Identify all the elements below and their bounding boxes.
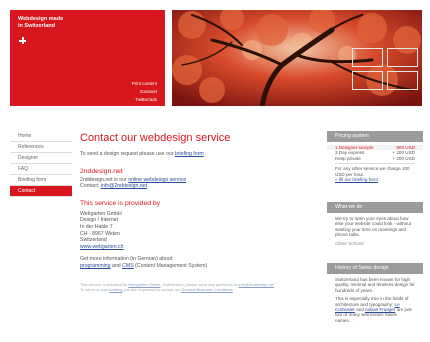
history-box-header: History of Swiss design (327, 263, 423, 274)
website-link[interactable]: www.webgarten.ch (80, 244, 124, 250)
history-box: Switzerland has been known for high qual… (327, 274, 423, 323)
adrian-frutiger-link[interactable]: Adrian Frutiger (365, 307, 395, 312)
footer-conditions-link[interactable]: General Business Conditions (181, 287, 233, 292)
header-brand-panel: Webdesign made in Switzerland Print cont… (10, 10, 165, 106)
programming-link[interactable]: programming (80, 263, 111, 269)
price-label: Keep private (335, 155, 361, 161)
header-link-extranet[interactable]: Extranet (132, 88, 157, 96)
thumbnail-frame[interactable] (352, 48, 383, 67)
footer-email-link[interactable]: info@2nddesign.net (239, 282, 275, 287)
nav-item-faq[interactable]: FAQ (10, 164, 72, 175)
briefing-form-link[interactable]: briefing form (175, 151, 204, 157)
request-paragraph: To send a design request please use our … (80, 151, 320, 158)
cms-suffix: (Content Management System) (135, 262, 208, 269)
section-title-provider: This service is provided by (80, 199, 161, 207)
online-text: 2nddesign.net is our (80, 176, 127, 183)
thumbnail-frame[interactable] (387, 48, 418, 67)
tagline: Webdesign made in Switzerland (18, 16, 98, 29)
photo-thumbnails (352, 48, 418, 92)
more-info-text: Get more information (in German) about (80, 256, 173, 263)
fill-briefing-link[interactable]: » fill our briefing form (335, 177, 378, 182)
history-paragraph-2: This is especially true in the fields of… (335, 296, 415, 323)
whatwedo-box-header: What we do (327, 202, 423, 213)
online-service-paragraph: 2nddesign.net is our online webdesign se… (80, 177, 320, 184)
contact-paragraph: Contact: info@2nddesign.net (80, 183, 320, 190)
address-block: Webgarten GmbH Design / Internet In der … (80, 211, 320, 251)
more-info-paragraph: Get more information (in German) about p… (80, 256, 320, 269)
nav-item-home[interactable]: Home (10, 131, 72, 142)
price-row: Keep private + 200 USD (335, 156, 415, 161)
divider (335, 163, 415, 165)
cms-link[interactable]: CMS (122, 263, 134, 269)
address-line: CH - 8967 Widen (80, 230, 120, 237)
footer-briefing-link[interactable]: briefing (109, 287, 122, 292)
footer-note: This service is provided by Webgarten Gm… (80, 282, 320, 292)
and-text: and (112, 262, 121, 269)
pricing-box: 1 Designer-sample 900 USD 3 Day express … (327, 142, 423, 182)
pricing-box-header: Pricing system (327, 131, 423, 142)
nav-item-designer[interactable]: Designer (10, 153, 72, 164)
contact-label: Contact: (80, 183, 100, 190)
nav-item-briefing-form[interactable]: Briefing form (10, 175, 72, 186)
online-service-link[interactable]: online webdesign service (128, 177, 186, 183)
signature: Oliver Schmid (335, 240, 364, 246)
main-navigation: Home References Designer FAQ Briefing fo… (10, 131, 72, 197)
footer-text: you are requested to accept our (123, 286, 181, 292)
thumbnail-frame[interactable] (352, 71, 383, 90)
request-text: To send a design request please use our (80, 151, 174, 157)
section-title-2nddesign: 2nddesign.net (80, 167, 123, 175)
contact-email-link[interactable]: info@2nddesign.net (101, 183, 147, 189)
nav-item-references[interactable]: References (10, 142, 72, 153)
nav-item-contact[interactable]: Contact (10, 186, 72, 197)
footer-text: To send us your (80, 286, 109, 292)
header-link-print[interactable]: Print content (132, 80, 157, 88)
swiss-cross-icon (19, 37, 26, 44)
address-line: In der Halde 7 (80, 223, 113, 230)
whatwedo-box: We try to open your eyes about how else … (327, 213, 423, 246)
tagline-line-2: in Switzerland (18, 22, 55, 29)
address-line: Switzerland (80, 237, 107, 244)
pricing-note: For any other service we charge 100 USD … (335, 166, 410, 177)
header-link-twitter[interactable]: Twitter/ads (132, 96, 157, 104)
and-text: and (356, 307, 364, 313)
address-line: Webgarten GmbH (80, 210, 122, 217)
thumbnail-frame[interactable] (387, 71, 418, 90)
price-value: + 200 USD (392, 155, 415, 161)
address-line: Design / Internet (80, 217, 119, 224)
main-content: Contact our webdesign service To send a … (80, 131, 320, 292)
header-photo (172, 10, 422, 106)
whatwedo-text: We try to open your eyes about how else … (335, 216, 412, 238)
page-title: Contact our webdesign service (80, 132, 231, 144)
history-text: Switzerland has been known for high qual… (335, 277, 415, 293)
header-links: Print content Extranet Twitter/ads (132, 80, 157, 104)
